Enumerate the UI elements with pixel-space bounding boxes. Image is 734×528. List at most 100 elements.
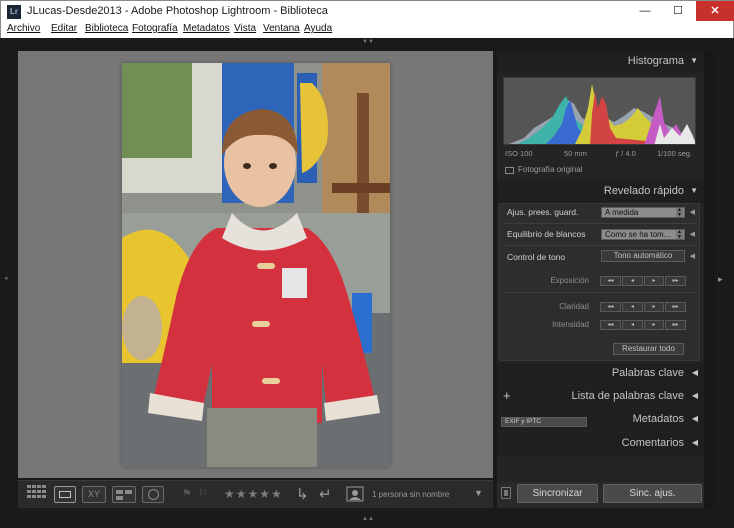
divider <box>504 245 697 246</box>
quick-develop-header[interactable]: Revelado rápido ▼ <box>497 181 704 203</box>
vibrance-big-decrease-button[interactable]: ◂◂ <box>600 320 621 330</box>
white-balance-value: Como se ha tom... <box>605 230 671 239</box>
right-panel-scrollbar[interactable] <box>705 51 714 508</box>
collapse-triangle-icon: ▼ <box>690 56 698 65</box>
keywords-title: Palabras clave <box>611 367 684 379</box>
rotate-right-icon[interactable]: ↵ <box>319 485 332 503</box>
focal-length-value: 50 mm <box>564 149 587 158</box>
menu-ayuda[interactable]: Ayuda <box>304 23 332 34</box>
reset-all-button[interactable]: Restaurar todo <box>613 343 684 355</box>
face-region-icon[interactable] <box>346 486 364 505</box>
keyword-list-title: Lista de palabras clave <box>571 390 684 402</box>
collapse-triangle-icon: ▼ <box>690 186 698 195</box>
comments-header[interactable]: Comentarios ◀ <box>497 433 704 455</box>
face-count-label: 1 persona sin nombre <box>372 490 450 499</box>
clarity-increase-button[interactable]: ▸ <box>644 302 664 312</box>
menu-fotografia[interactable]: Fotografía <box>132 23 178 34</box>
sync-button[interactable]: Sincronizar <box>517 484 598 503</box>
survey-icon <box>116 490 123 494</box>
filmstrip-toggle-icon[interactable]: ▲▲ <box>362 516 374 522</box>
saved-preset-label: Ajus. prees. guard. <box>507 207 579 217</box>
quick-develop-title: Revelado rápido <box>603 185 684 197</box>
select-spinner-icon: ▲ ▼ <box>676 207 683 218</box>
auto-tone-button[interactable]: Tono automático <box>601 250 685 262</box>
keywords-header[interactable]: Palabras clave ◀ <box>497 363 704 385</box>
vibrance-decrease-button[interactable]: ◂ <box>622 320 643 330</box>
bottom-toolbar: XY ⚑ ⚐ ★★★★★ ↳ ↵ 1 persona sin nombre ▼ <box>18 480 493 508</box>
expand-triangle-icon: ◀ <box>691 368 698 377</box>
maximize-button[interactable]: ☐ <box>662 1 694 21</box>
collapse-triangle-icon[interactable]: ◀ <box>690 252 695 260</box>
white-balance-select[interactable]: Como se ha tom... ▲ ▼ <box>601 229 685 240</box>
tone-control-label: Control de tono <box>507 252 566 262</box>
clarity-big-decrease-button[interactable]: ◂◂ <box>600 302 621 312</box>
survey-view-button[interactable] <box>112 486 136 503</box>
top-panel-toggle-icon[interactable]: ▼▼ <box>362 39 374 45</box>
histogram-plot <box>504 78 695 144</box>
vibrance-stepper: ◂◂ ◂ ▸ ▸▸ <box>600 320 686 330</box>
right-panel: Histograma ▼ ISO 100 50 mm ƒ / 4.0 1/100… <box>497 51 704 508</box>
clarity-decrease-button[interactable]: ◂ <box>622 302 643 312</box>
loupe-view[interactable] <box>18 51 493 478</box>
survey-icon-cell <box>125 490 132 494</box>
face-icon <box>148 489 159 500</box>
histogram-header[interactable]: Histograma ▼ <box>497 51 704 73</box>
menu-metadatos[interactable]: Metadatos <box>183 23 230 34</box>
menu-editar[interactable]: Editar <box>51 23 77 34</box>
loupe-view-button[interactable] <box>54 486 76 503</box>
lightroom-workspace: ▼▼ ◂ ▸ ▲▲ XY ⚑ ⚐ ★★★★★ ↳ ↵ 1 persona sin… <box>0 38 734 528</box>
original-photo-checkbox[interactable] <box>505 167 514 174</box>
exposure-increase-button[interactable]: ▸ <box>644 276 664 286</box>
flag-icon[interactable]: ⚑ <box>182 487 192 500</box>
rotate-left-icon[interactable]: ↳ <box>296 485 309 503</box>
saved-preset-value: A medida <box>605 208 639 217</box>
menu-biblioteca[interactable]: Biblioteca <box>85 23 128 34</box>
menu-ventana[interactable]: Ventana <box>263 23 300 34</box>
reject-flag-icon[interactable]: ⚐ <box>198 487 208 500</box>
photo-preview[interactable] <box>122 63 390 467</box>
lightroom-app-icon: Lr <box>7 5 21 19</box>
keyword-list-header[interactable]: + Lista de palabras clave ◀ <box>497 386 704 408</box>
star-rating[interactable]: ★★★★★ <box>224 487 283 501</box>
clarity-big-increase-button[interactable]: ▸▸ <box>665 302 686 312</box>
add-keyword-icon[interactable]: + <box>503 388 511 403</box>
toolbar-menu-chevron-down-icon[interactable]: ▼ <box>474 488 483 498</box>
metadata-preset-select[interactable]: EXIF y IPTC <box>501 417 587 427</box>
saved-preset-select[interactable]: A medida ▲ ▼ <box>601 207 685 218</box>
divider <box>506 292 695 293</box>
exposure-big-decrease-button[interactable]: ◂◂ <box>600 276 621 286</box>
menu-vista[interactable]: Vista <box>234 23 256 34</box>
right-panel-toggle-icon[interactable]: ▸ <box>718 274 723 285</box>
exposure-label: Exposición <box>550 276 589 285</box>
histogram-graph[interactable] <box>503 77 696 145</box>
expand-triangle-icon[interactable]: ◀ <box>690 208 695 216</box>
exposure-big-increase-button[interactable]: ▸▸ <box>665 276 686 286</box>
auto-sync-switch-icon[interactable] <box>501 487 511 499</box>
clarity-label: Claridad <box>559 302 589 311</box>
vibrance-increase-button[interactable]: ▸ <box>644 320 664 330</box>
aperture-value: ƒ / 4.0 <box>615 149 636 158</box>
quick-develop-panel: Ajus. prees. guard. A medida ▲ ▼ ◀ Equili… <box>499 203 700 361</box>
expand-triangle-icon: ◀ <box>691 414 698 423</box>
metadata-preset-value: EXIF y IPTC <box>505 418 542 425</box>
loupe-icon <box>59 491 71 498</box>
close-button[interactable]: ✕ <box>696 1 734 21</box>
child-red-jacket-photo <box>122 63 390 467</box>
vibrance-big-increase-button[interactable]: ▸▸ <box>665 320 686 330</box>
left-panel-toggle-icon[interactable]: ◂ <box>4 274 8 282</box>
grid-view-icon[interactable] <box>26 484 48 503</box>
minimize-button[interactable]: — <box>629 1 661 21</box>
clarity-stepper: ◂◂ ◂ ▸ ▸▸ <box>600 302 686 312</box>
compare-view-button[interactable]: XY <box>82 486 106 503</box>
window-titlebar: Lr JLucas-Desde2013 - Adobe Photoshop Li… <box>0 0 734 22</box>
exposure-decrease-button[interactable]: ◂ <box>622 276 643 286</box>
exposure-stepper: ◂◂ ◂ ▸ ▸▸ <box>600 276 686 286</box>
original-photo-label: Fotografía original <box>518 165 583 174</box>
sync-settings-button[interactable]: Sinc. ajus. <box>603 484 702 503</box>
menu-archivo[interactable]: Archivo <box>7 23 40 34</box>
divider <box>504 223 697 224</box>
iso-value: ISO 100 <box>505 149 533 158</box>
comments-title: Comentarios <box>621 437 684 449</box>
people-view-button[interactable] <box>142 486 164 503</box>
expand-triangle-icon[interactable]: ◀ <box>690 230 695 238</box>
